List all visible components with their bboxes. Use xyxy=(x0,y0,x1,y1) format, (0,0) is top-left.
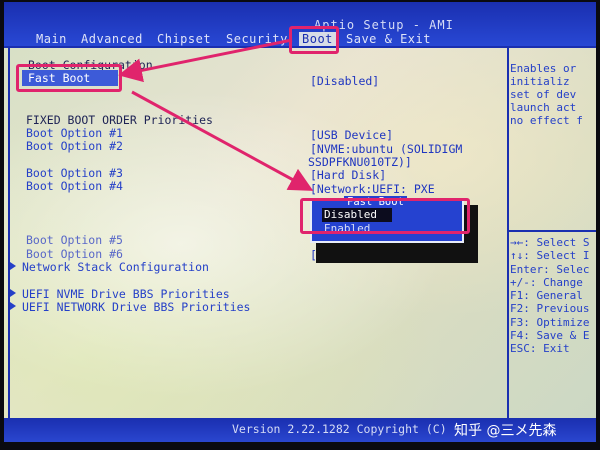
key-help-1: →←: Select S xyxy=(510,236,590,249)
tab-security[interactable]: Security xyxy=(226,32,288,46)
help-line-3: set of dev xyxy=(510,88,577,101)
submenu-arrow-icon xyxy=(10,302,16,310)
tab-save-exit[interactable]: Save & Exit xyxy=(346,32,431,46)
version-text: Version 2.22.1282 Copyright (C) xyxy=(232,422,447,436)
uefi-nvme-item[interactable]: UEFI NVME Drive BBS Priorities xyxy=(10,287,230,301)
help-line-1: Enables or xyxy=(510,62,577,75)
frame-border-left xyxy=(8,48,10,418)
fixed-boot-order-heading: FIXED BOOT ORDER Priorities xyxy=(26,113,213,127)
fast-boot-value[interactable]: [Disabled] xyxy=(310,74,379,88)
annotation-box-fast-boot xyxy=(16,64,122,92)
key-help-2: ↑↓: Select I xyxy=(510,249,590,262)
boot-option-4-value[interactable]: [Network:UEFI: PXE xyxy=(310,182,435,196)
arrow-to-popup xyxy=(131,90,314,191)
help-line-4: launch act xyxy=(510,101,577,114)
boot-option-2-label[interactable]: Boot Option #2 xyxy=(26,139,123,153)
frame-border-middle xyxy=(507,48,509,418)
boot-option-3-value[interactable]: [Hard Disk] xyxy=(310,168,386,182)
key-help-3: Enter: Selec xyxy=(510,263,590,276)
uefi-nvme-label: UEFI NVME Drive BBS Priorities xyxy=(22,287,230,301)
boot-option-6-label[interactable]: Boot Option #6 xyxy=(26,247,123,261)
key-help-5: F1: General xyxy=(510,289,583,302)
boot-option-1-value[interactable]: [USB Device] xyxy=(310,128,393,142)
tab-main[interactable]: Main xyxy=(36,32,67,46)
key-help-7: F3: Optimize xyxy=(510,316,590,329)
bios-screen: Aptio Setup - AMI Main Advanced Chipset … xyxy=(4,2,596,442)
boot-option-3-label[interactable]: Boot Option #3 xyxy=(26,166,123,180)
boot-option-5-label[interactable]: Boot Option #5 xyxy=(26,233,123,247)
key-help-8: F4: Save & E xyxy=(510,329,590,342)
network-stack-label: Network Stack Configuration xyxy=(22,260,209,274)
help-divider xyxy=(509,230,596,232)
boot-option-1-label[interactable]: Boot Option #1 xyxy=(26,126,123,140)
help-line-2: initializ xyxy=(510,75,570,88)
annotation-box-popup-option xyxy=(300,198,470,234)
boot-option-4-label[interactable]: Boot Option #4 xyxy=(26,179,123,193)
tab-advanced[interactable]: Advanced xyxy=(81,32,143,46)
submenu-arrow-icon xyxy=(10,262,16,270)
boot-option-2-value-cont: SSDPFKNU010TZ)] xyxy=(308,155,412,169)
tab-chipset[interactable]: Chipset xyxy=(157,32,211,46)
uefi-network-label: UEFI NETWORK Drive BBS Priorities xyxy=(22,300,251,314)
help-line-5: no effect f xyxy=(510,114,583,127)
submenu-arrow-icon xyxy=(10,289,16,297)
boot-option-2-value[interactable]: [NVME:ubuntu (SOLIDIGM xyxy=(310,142,462,156)
key-help-6: F2: Previous xyxy=(510,302,590,315)
watermark: 知乎 @三メ先森 xyxy=(454,423,557,439)
key-help-4: +/-: Change xyxy=(510,276,583,289)
annotation-box-boot-tab xyxy=(289,26,339,54)
uefi-network-item[interactable]: UEFI NETWORK Drive BBS Priorities xyxy=(10,300,250,314)
network-stack-item[interactable]: Network Stack Configuration xyxy=(10,260,209,274)
key-help-9: ESC: Exit xyxy=(510,342,570,355)
